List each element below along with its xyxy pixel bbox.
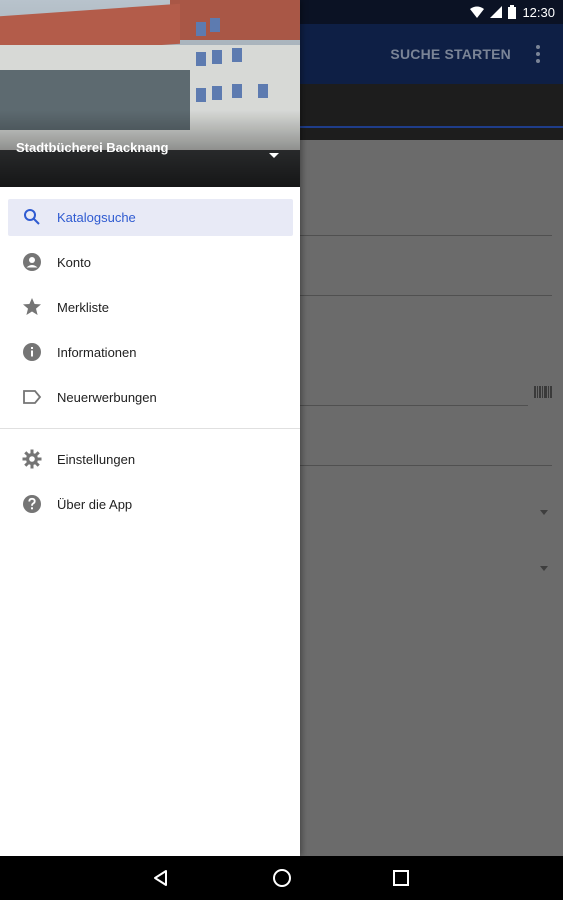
library-photo-window [210,18,220,32]
menu-item-label: Konto [57,255,91,270]
overflow-menu-icon[interactable] [535,44,541,64]
menu-item-konto[interactable]: Konto [0,240,300,285]
status-time: 12:30 [522,4,555,20]
label-tag-icon [22,387,42,407]
library-photo-window [196,88,206,102]
library-photo-window [212,86,222,100]
home-button[interactable] [272,868,292,888]
menu-item-label: Merkliste [57,300,110,315]
battery-icon [508,5,517,19]
menu-item-merkliste[interactable]: Merkliste [0,285,300,330]
system-navigation-bar [0,856,563,900]
wifi-icon [470,6,485,18]
home-circle-icon [273,869,291,887]
recents-button[interactable] [391,868,411,888]
signal-icon [490,6,503,18]
drawer-menu: Katalogsuche Konto Merkliste Information… [0,195,300,527]
field-underline [300,465,552,466]
recents-square-icon [393,870,409,886]
help-icon [22,494,42,514]
menu-item-informationen[interactable]: Informationen [0,330,300,375]
library-photo-window [232,84,242,98]
library-photo-window [196,22,206,36]
gear-icon [22,449,42,469]
library-photo-window [212,50,222,64]
back-button[interactable] [151,868,171,888]
account-circle-icon [22,252,42,272]
menu-item-label: Neuerwerbungen [57,390,157,405]
field-underline [300,405,528,406]
field-underline [300,295,552,296]
library-photo-roof [170,0,300,40]
back-triangle-icon [154,870,167,886]
menu-divider [0,428,300,429]
dropdown-arrow-icon[interactable] [540,510,548,515]
menu-item-katalogsuche[interactable]: Katalogsuche [0,195,300,240]
field-underline [300,235,552,236]
drawer-header: Stadtbücherei Backnang [0,0,300,187]
tab-indicator [300,126,563,128]
dropdown-arrow-icon[interactable] [540,566,548,571]
status-icons: 12:30 [470,0,555,24]
start-search-button[interactable]: SUCHE STARTEN [390,24,511,84]
menu-item-label: Einstellungen [57,452,136,467]
library-name[interactable]: Stadtbücherei Backnang [16,140,168,155]
library-photo-window [232,48,242,62]
library-photo-window [258,84,268,98]
account-switch-arrow-icon[interactable] [269,153,279,158]
menu-item-label: Katalogsuche [57,210,136,225]
info-icon [22,342,42,362]
navigation-drawer: Stadtbücherei Backnang Katalogsuche Kont… [0,0,300,856]
barcode-scan-icon[interactable] [534,386,554,398]
menu-item-label: Über die App [57,497,133,512]
library-photo-window [196,52,206,66]
menu-item-einstellungen[interactable]: Einstellungen [0,437,300,482]
star-icon [22,297,42,317]
search-icon [22,207,42,227]
menu-item-neuerwerbungen[interactable]: Neuerwerbungen [0,375,300,420]
menu-item-ueber-die-app[interactable]: Über die App [0,482,300,527]
menu-item-label: Informationen [57,345,137,360]
